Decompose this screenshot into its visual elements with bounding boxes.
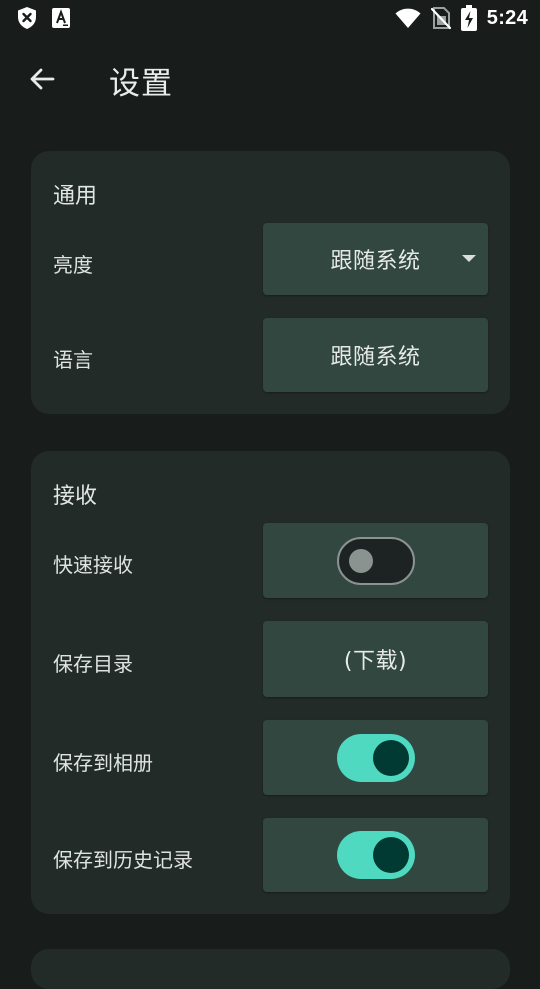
general-section-card: 通用 亮度 跟随系统 语言 跟随系统: [31, 151, 510, 414]
receive-section-card: 接收 快速接收 保存目录 (下载) 保存到相册 保存到历史记录: [31, 451, 510, 914]
quick-receive-switch[interactable]: [336, 536, 415, 585]
language-value: 跟随系统: [330, 345, 421, 370]
brightness-value: 跟随系统: [330, 249, 421, 274]
brightness-dropdown[interactable]: 跟随系统: [263, 223, 488, 295]
save-to-gallery-switch[interactable]: [336, 733, 415, 782]
switch-thumb: [348, 548, 373, 573]
next-section-card: [31, 949, 510, 989]
font-a-icon: [52, 8, 70, 28]
quick-receive-label: 快速接收: [53, 553, 133, 577]
quick-receive-row-control[interactable]: [263, 523, 488, 598]
save-to-gallery-label: 保存到相册: [53, 751, 153, 775]
status-bar-right: 5:24: [395, 5, 528, 31]
save-to-gallery-row-control[interactable]: [263, 720, 488, 795]
save-to-history-label: 保存到历史记录: [53, 848, 193, 872]
dropdown-arrow-icon: [462, 255, 476, 262]
wifi-icon: [395, 7, 421, 29]
switch-thumb: [372, 837, 409, 873]
status-time: 5:24: [486, 6, 528, 29]
save-directory-button[interactable]: (下载): [263, 621, 488, 697]
receive-section-title: 接收: [53, 484, 98, 509]
back-button[interactable]: [24, 61, 60, 97]
switch-thumb: [372, 739, 409, 776]
shield-x-icon: [16, 6, 38, 30]
general-section-title: 通用: [53, 184, 98, 209]
status-bar: 5:24: [0, 0, 540, 36]
save-to-history-switch[interactable]: [336, 831, 415, 879]
battery-charging-icon: [460, 5, 477, 31]
no-sim-icon: [430, 6, 451, 30]
arrow-left-icon: [28, 65, 56, 93]
save-to-history-row-control[interactable]: [263, 818, 488, 892]
page-title: 设置: [109, 66, 173, 102]
brightness-label: 亮度: [53, 253, 93, 277]
status-bar-left: [16, 6, 70, 30]
save-directory-label: 保存目录: [53, 652, 133, 676]
app-bar: 设置: [0, 44, 540, 116]
save-directory-value: (下载): [343, 649, 408, 674]
language-button[interactable]: 跟随系统: [263, 318, 488, 392]
language-label: 语言: [53, 348, 93, 372]
